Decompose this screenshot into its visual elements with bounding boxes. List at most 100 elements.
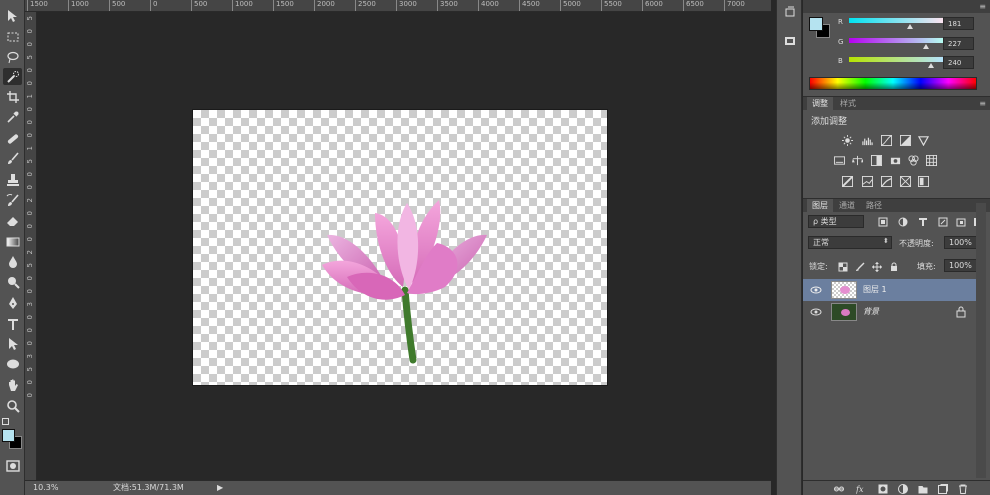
black-white-icon[interactable] [870, 154, 882, 166]
type-icon[interactable] [3, 315, 22, 332]
ellipse-icon[interactable] [3, 355, 22, 372]
default-colors-icon[interactable] [2, 418, 9, 425]
rect-marquee-icon[interactable] [3, 28, 22, 45]
background-layer-name[interactable]: 背景 [863, 301, 879, 323]
visibility-eye-icon[interactable] [810, 284, 822, 296]
adjustments-tabs: 调整 样式 ≡ [803, 97, 990, 110]
ruler-tick-label: 0 [26, 120, 34, 125]
foreground-color-swatch[interactable] [2, 429, 15, 442]
g-slider[interactable] [849, 38, 944, 43]
pen-icon[interactable] [3, 294, 22, 311]
layers-scrollbar[interactable] [976, 203, 986, 478]
r-slider[interactable] [849, 18, 944, 23]
opacity-field[interactable]: 100% [944, 236, 980, 249]
tools-panel [0, 0, 25, 495]
b-value-field[interactable]: 240 [943, 56, 974, 69]
tab-channels[interactable]: 通道 [834, 199, 860, 212]
hue-saturation-icon[interactable] [833, 154, 845, 166]
gradient-icon[interactable] [3, 233, 22, 250]
lock-position-icon[interactable] [871, 261, 882, 272]
adjustments-menu-icon[interactable]: ≡ [979, 97, 986, 110]
fill-field[interactable]: 100% [944, 259, 980, 272]
link-layers-icon[interactable] [833, 483, 845, 494]
quick-mask-icon[interactable] [3, 457, 22, 474]
status-menu-arrow-icon[interactable]: ▶ [217, 481, 223, 495]
ruler-tick-label: 6500 [683, 0, 704, 11]
color-balance-icon[interactable] [851, 154, 863, 166]
photo-filter-icon[interactable] [889, 154, 901, 166]
path-select-icon[interactable] [3, 335, 22, 352]
channel-mixer-icon[interactable] [907, 154, 919, 166]
posterize-icon[interactable] [861, 175, 873, 187]
curves-icon[interactable] [880, 134, 892, 146]
new-layer-icon[interactable] [937, 483, 949, 494]
visibility-eye-icon[interactable] [810, 306, 822, 318]
eraser-icon[interactable] [3, 212, 22, 229]
filter-smart-object-icon[interactable] [955, 216, 966, 227]
info-panel-icon[interactable] [782, 34, 798, 48]
b-slider[interactable] [849, 57, 944, 62]
lock-transparent-icon[interactable] [837, 261, 848, 272]
lasso-icon[interactable] [3, 48, 22, 65]
history-panel-icon[interactable] [782, 5, 798, 19]
healing-icon[interactable] [3, 130, 22, 147]
filter-shape-icon[interactable] [937, 216, 948, 227]
color-panel-foreground-swatch[interactable] [809, 17, 823, 31]
dodge-icon[interactable] [3, 273, 22, 290]
layer-filter-select[interactable]: ρ 类型 [808, 215, 864, 228]
filter-type-icon[interactable] [917, 216, 928, 227]
adjustment-layer-icon[interactable] [897, 483, 909, 494]
layer-row-background[interactable]: 背景 [803, 301, 978, 323]
blend-mode-select[interactable]: 正常 [808, 236, 892, 249]
r-channel-label: R [838, 18, 843, 26]
panel-divider [803, 96, 990, 97]
lock-all-icon[interactable] [888, 261, 899, 272]
b-slider-thumb[interactable] [928, 63, 934, 68]
ruler-tick-label: 0 [26, 341, 34, 346]
g-value-field[interactable]: 227 [943, 37, 974, 50]
tab-styles[interactable]: 样式 [835, 97, 861, 110]
invert-icon[interactable] [841, 175, 853, 187]
g-channel-label: G [838, 38, 844, 46]
zoom-icon[interactable] [3, 397, 22, 414]
r-slider-thumb[interactable] [907, 24, 913, 29]
filter-pixel-icon[interactable] [877, 216, 888, 227]
crop-icon[interactable] [3, 88, 22, 105]
panel-divider [803, 198, 990, 199]
g-slider-thumb[interactable] [923, 44, 929, 49]
fx-icon[interactable]: fx [855, 483, 867, 494]
photoshop-window: 1500 1000 500 0 500 1000 1500 2000 2500 3000 3500 4… [0, 0, 990, 495]
tab-adjustments[interactable]: 调整 [807, 97, 833, 110]
color-lookup-icon[interactable] [925, 154, 937, 166]
brush-icon[interactable] [3, 150, 22, 167]
levels-icon[interactable] [861, 134, 873, 146]
layer-row-layer1[interactable]: 图层 1 [803, 279, 978, 301]
vibrance-icon[interactable] [917, 134, 929, 146]
color-panel-tabs: ≡ [803, 0, 990, 13]
trash-icon[interactable] [957, 483, 969, 494]
blend-mode-dropdown-icon: ⬍ [883, 237, 889, 245]
layer1-name[interactable]: 图层 1 [863, 279, 887, 301]
tab-paths[interactable]: 路径 [861, 199, 887, 212]
history-brush-icon[interactable] [3, 192, 22, 209]
exposure-icon[interactable] [899, 134, 911, 146]
group-folder-icon[interactable] [917, 483, 929, 494]
zoom-level[interactable]: 10.3% [33, 481, 58, 495]
blur-icon[interactable] [3, 253, 22, 270]
brightness-icon[interactable] [841, 134, 853, 146]
lock-pixels-icon[interactable] [854, 261, 865, 272]
threshold-icon[interactable] [880, 175, 892, 187]
selective-color-icon[interactable] [899, 175, 911, 187]
hand-icon[interactable] [3, 376, 22, 393]
move-tool-icon[interactable] [3, 7, 22, 24]
quick-select-icon[interactable] [3, 68, 22, 85]
mask-icon[interactable] [877, 483, 889, 494]
clone-stamp-icon[interactable] [3, 171, 22, 188]
color-spectrum-bar[interactable] [809, 77, 977, 90]
gradient-map-icon[interactable] [917, 175, 929, 187]
eyedropper-icon[interactable] [3, 108, 22, 125]
filter-adjustment-icon[interactable] [897, 216, 908, 227]
tab-layers[interactable]: 图层 [807, 199, 833, 212]
panel-menu-icon[interactable]: ≡ [979, 0, 986, 13]
r-value-field[interactable]: 181 [943, 17, 974, 30]
